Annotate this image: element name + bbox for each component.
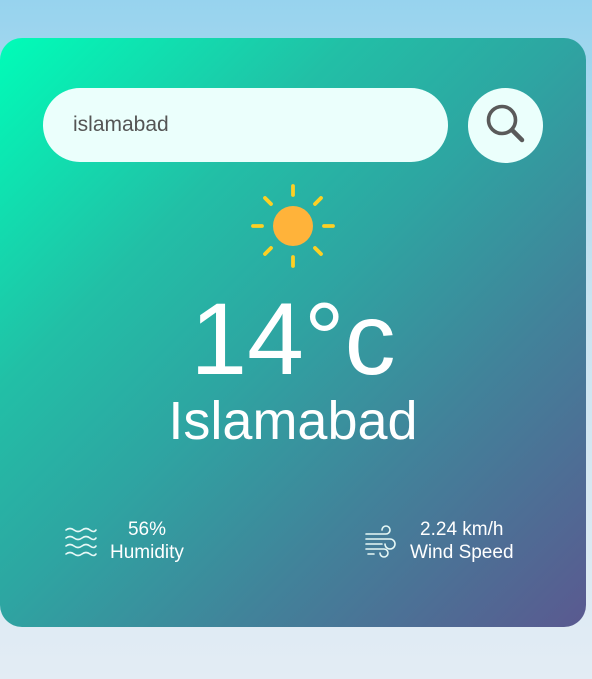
wind-icon [364,524,398,558]
humidity-value: 56% [127,519,166,540]
humidity-label: Humidity [110,542,184,563]
search-input[interactable] [73,113,418,137]
city-name: Islamabad [168,391,418,451]
wind-detail: 2.24 km/h Wind Speed [364,518,514,564]
humidity-detail: 56% Humidity [64,518,184,564]
wind-speed-value: 2.24 km/h [420,519,504,540]
temperature: 14°c [190,282,396,396]
search-icon [485,103,527,148]
weather-card: 14°c Islamabad 56% Humidity [0,38,586,627]
humidity-waves-icon [64,524,98,558]
wind-speed-label: Wind Speed [410,542,514,563]
search-bar[interactable] [43,88,448,162]
search-button[interactable] [468,88,543,163]
sun-icon [250,183,336,269]
